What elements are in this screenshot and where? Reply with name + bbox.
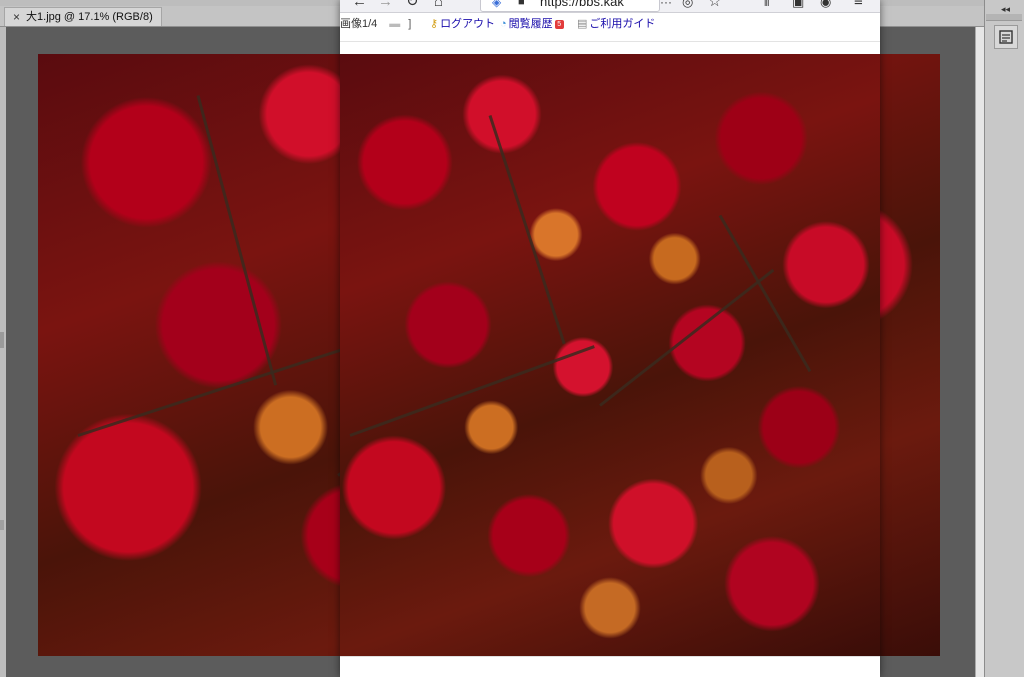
- image-counter: 画像1/4 ▬ ]: [340, 15, 411, 33]
- lock-icon[interactable]: ■: [518, 0, 525, 10]
- close-tab-icon[interactable]: ×: [13, 8, 20, 26]
- panel-edge-mark: [0, 520, 4, 530]
- history-badge: 5: [554, 19, 564, 29]
- shield-icon[interactable]: ◈: [492, 0, 501, 10]
- account-icon[interactable]: ◉: [820, 0, 831, 10]
- more-icon[interactable]: ···: [660, 0, 672, 10]
- reload-icon[interactable]: ↻: [406, 0, 419, 10]
- properties-icon: [999, 30, 1013, 44]
- tools-panel-edge: [0, 27, 6, 677]
- menu-icon[interactable]: ≡: [854, 0, 863, 10]
- history-label[interactable]: 閲覧履歴: [509, 15, 553, 33]
- branch-detail: [599, 268, 775, 407]
- key-icon: ⚷: [430, 18, 439, 30]
- branch-detail: [718, 214, 812, 373]
- sidebar-icon[interactable]: ▣: [792, 0, 804, 10]
- browser-toolbar: ← → ↻ ⌂ ◈ ■ https://bbs.kak ··· ◎ ☆ ⫴ ▣ …: [340, 0, 880, 13]
- bracket-divider: ]: [408, 18, 412, 30]
- document-title: 大1.jpg @ 17.1% (RGB/8): [26, 11, 153, 23]
- history-icon: ◔: [500, 18, 507, 30]
- back-icon[interactable]: ←: [352, 0, 367, 10]
- properties-panel-icon[interactable]: [994, 25, 1018, 49]
- panel-resize-handle[interactable]: [0, 332, 4, 348]
- logout-link[interactable]: ⚷ ログアウト: [430, 15, 495, 33]
- comment-icon: ▬: [389, 18, 401, 30]
- right-panel-dock: [984, 0, 1024, 677]
- branch-detail: [196, 95, 278, 386]
- image-counter-text: 画像1/4: [340, 18, 378, 30]
- bookmark-star-icon[interactable]: ☆: [708, 0, 721, 10]
- web-image-preview[interactable]: [340, 54, 880, 656]
- home-icon[interactable]: ⌂: [434, 0, 443, 10]
- pocket-icon[interactable]: ◎: [682, 0, 693, 10]
- branch-detail: [349, 345, 595, 437]
- browser-window: ← → ↻ ⌂ ◈ ■ https://bbs.kak ··· ◎ ☆ ⫴ ▣ …: [340, 0, 880, 677]
- guide-link[interactable]: ▤ ご利用ガイド: [577, 15, 655, 33]
- logout-label[interactable]: ログアウト: [440, 15, 495, 33]
- site-link-bar: 画像1/4 ▬ ] ⚷ ログアウト ◔ 閲覧履歴 5 ▤ ご利用ガイド: [340, 13, 880, 42]
- guide-label[interactable]: ご利用ガイド: [589, 15, 655, 33]
- panel-header-bar: [986, 14, 1022, 21]
- branch-detail: [488, 115, 566, 345]
- url-text[interactable]: https://bbs.kak: [540, 0, 624, 10]
- history-link[interactable]: ◔ 閲覧履歴 5: [500, 15, 564, 33]
- guide-icon: ▤: [577, 18, 588, 30]
- forward-icon[interactable]: →: [378, 0, 393, 10]
- browser-footer: [340, 656, 880, 677]
- library-icon[interactable]: ⫴: [764, 0, 769, 10]
- document-tab[interactable]: × 大1.jpg @ 17.1% (RGB/8): [4, 7, 162, 26]
